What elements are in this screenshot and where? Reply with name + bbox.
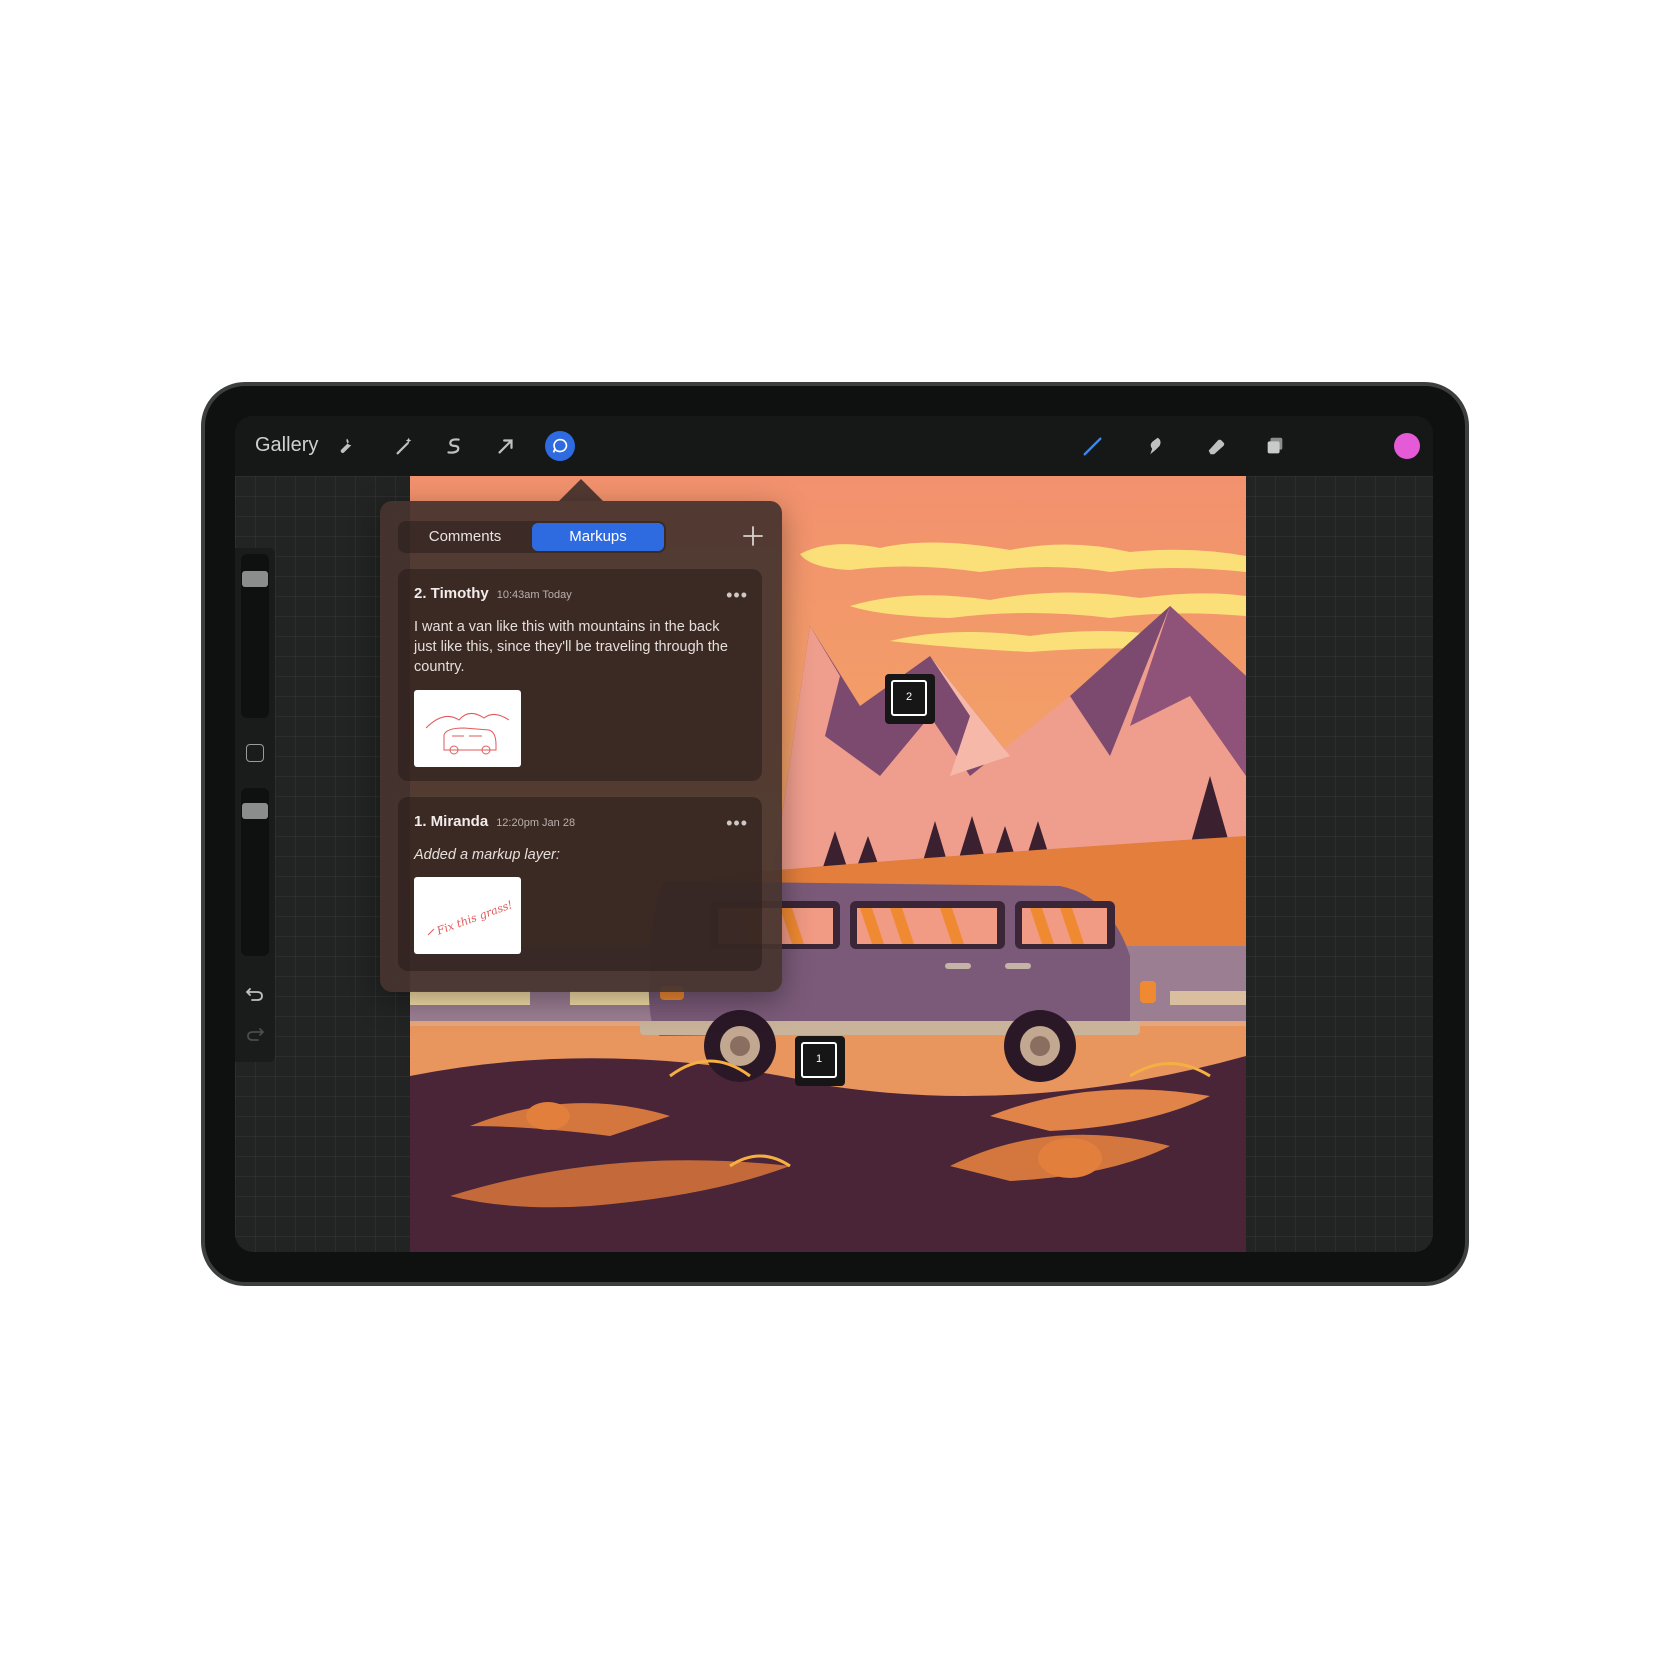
comment-time: 10:43am Today <box>496 589 572 601</box>
more-dots-icon[interactable]: ••• <box>726 585 748 606</box>
opacity-thumb[interactable] <box>242 802 268 819</box>
markup-handwriting: Fix this grass! <box>434 898 514 938</box>
comment-body: I want a van like this with mountains in… <box>414 619 728 675</box>
comment-card[interactable]: 1. Miranda 12:20pm Jan 28 ••• Added a mar… <box>398 797 762 971</box>
wrench-icon[interactable] <box>330 431 360 461</box>
markup-marker-number: 1 <box>815 1053 823 1065</box>
modify-square-icon[interactable] <box>246 744 264 762</box>
comment-body: Added a markup layer: <box>414 847 560 863</box>
brush-icon[interactable] <box>1078 431 1108 461</box>
redo-icon[interactable] <box>244 1022 266 1044</box>
comment-author: 2. Timothy <box>414 585 489 602</box>
comments-markups-segmented-control: Comments Markups <box>398 521 666 553</box>
selection-icon[interactable] <box>439 431 469 461</box>
left-sidebar <box>235 548 275 1062</box>
smudge-icon[interactable] <box>1139 431 1169 461</box>
markup-marker-number: 2 <box>905 691 913 703</box>
markup-thumbnail[interactable] <box>414 690 521 767</box>
markup-marker-1[interactable]: 1 <box>795 1036 845 1086</box>
brush-size-slider[interactable] <box>241 554 269 718</box>
comment-author: 1. Miranda <box>414 813 489 830</box>
brush-size-thumb[interactable] <box>242 571 268 588</box>
gallery-button[interactable]: Gallery <box>255 434 318 457</box>
comments-popover: Comments Markups 2. Timothy 10:43am Today… <box>380 501 782 992</box>
markup-thumbnail[interactable]: Fix this grass! <box>414 877 521 954</box>
popover-arrow <box>559 479 603 501</box>
layers-icon[interactable] <box>1260 431 1290 461</box>
comments-bubble-icon[interactable] <box>545 431 575 461</box>
markup-marker-2[interactable]: 2 <box>885 674 935 724</box>
comment-header: 1. Miranda 12:20pm Jan 28 <box>414 813 575 830</box>
comment-time: 12:20pm Jan 28 <box>496 817 576 829</box>
comment-card[interactable]: 2. Timothy 10:43am Today ••• I want a van… <box>398 569 762 781</box>
tab-comments[interactable]: Comments <box>400 523 530 551</box>
eraser-icon[interactable] <box>1201 431 1231 461</box>
opacity-slider[interactable] <box>241 788 269 956</box>
undo-icon[interactable] <box>244 982 266 1004</box>
tab-markups[interactable]: Markups <box>532 523 664 551</box>
comment-header: 2. Timothy 10:43am Today <box>414 585 572 602</box>
transform-arrow-icon[interactable] <box>491 431 521 461</box>
plus-icon[interactable] <box>742 525 764 547</box>
color-picker-swatch[interactable] <box>1394 433 1420 459</box>
more-dots-icon[interactable]: ••• <box>726 813 748 834</box>
magic-wand-icon[interactable] <box>389 431 419 461</box>
top-toolbar: Gallery <box>235 416 1433 476</box>
